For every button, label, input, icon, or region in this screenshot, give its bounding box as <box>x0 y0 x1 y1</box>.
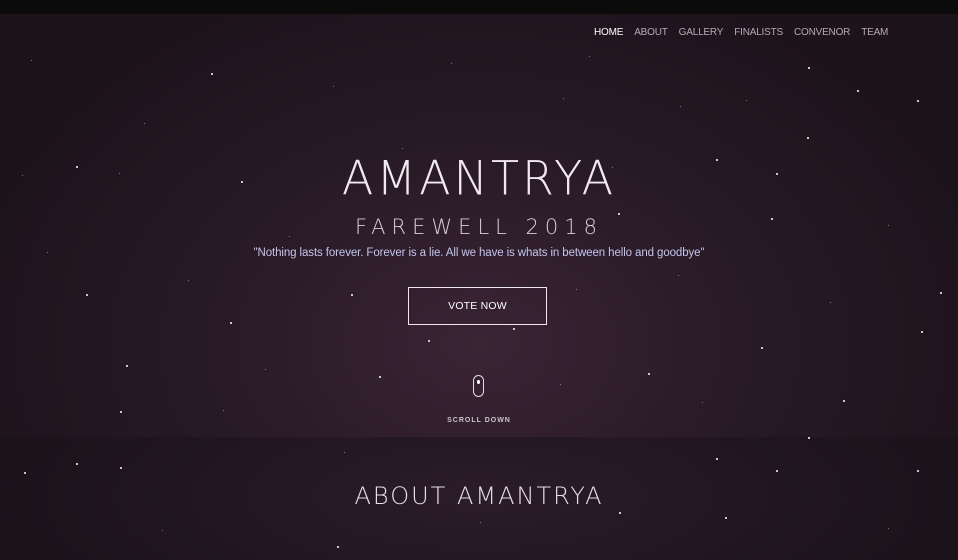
about-title: ABOUT AMANTRYA <box>354 482 604 510</box>
hero-subtitle: FAREWELL 2018 <box>355 215 603 239</box>
nav-item-convenor[interactable]: CONVENOR <box>794 27 850 38</box>
scroll-down-label[interactable]: SCROLL DOWN <box>0 417 958 424</box>
browser-top-strip <box>0 0 958 14</box>
hero-quote: "Nothing lasts forever. Forever is a lie… <box>253 247 705 259</box>
nav-item-gallery[interactable]: GALLERY <box>679 27 724 38</box>
hero-title: AMANTRYA <box>341 150 617 206</box>
main-nav: HOME ABOUT GALLERY FINALISTS CONVENOR TE… <box>594 27 899 38</box>
mouse-scroll-icon[interactable] <box>473 375 484 397</box>
page: HOME ABOUT GALLERY FINALISTS CONVENOR TE… <box>0 0 958 560</box>
vote-now-button[interactable]: VOTE NOW <box>408 287 547 325</box>
nav-item-finalists[interactable]: FINALISTS <box>734 27 783 38</box>
nav-item-about[interactable]: ABOUT <box>634 27 668 38</box>
nav-item-home[interactable]: HOME <box>594 27 623 38</box>
vote-now-label: VOTE NOW <box>448 300 507 312</box>
nav-item-team[interactable]: TEAM <box>861 27 888 38</box>
